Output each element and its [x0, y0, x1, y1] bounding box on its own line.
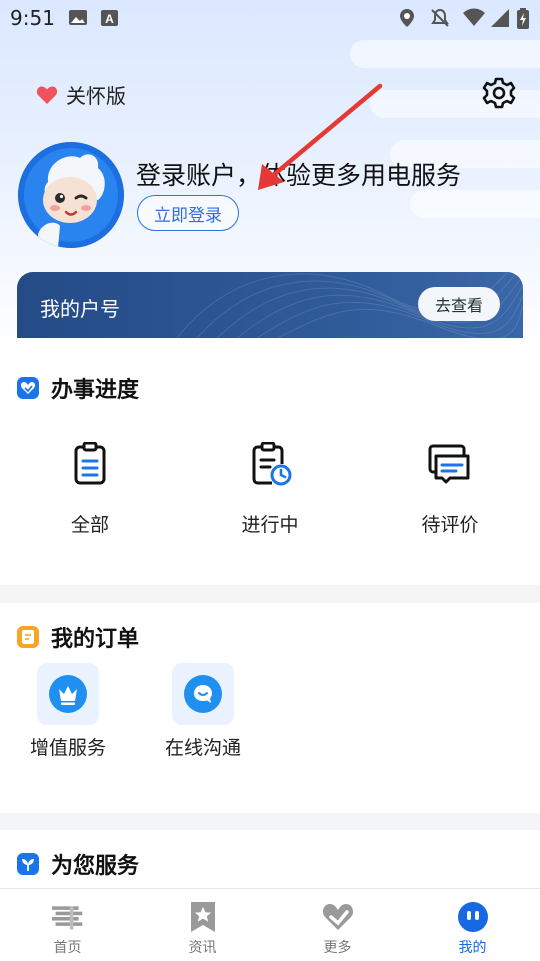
- orders-section: 我的订单 增值服务 在线沟通: [0, 603, 540, 813]
- face-icon: [457, 902, 488, 932]
- clipboard-list-icon: [74, 441, 106, 485]
- care-mode-toggle[interactable]: 关怀版: [36, 80, 126, 109]
- tab-mine-label: 我的: [458, 940, 487, 956]
- online-chat-label: 在线沟通: [164, 737, 241, 759]
- mascot-avatar-icon: [18, 142, 124, 248]
- crown-icon: [49, 675, 87, 713]
- bookmark-star-icon: [190, 902, 215, 932]
- gallery-icon: [69, 10, 87, 25]
- tab-more-label: 更多: [323, 940, 352, 956]
- tab-mine[interactable]: 我的: [405, 889, 540, 961]
- progress-to-review-label: 待评价: [421, 514, 479, 536]
- home-stack-icon: [51, 906, 82, 930]
- wifi-icon: [463, 8, 485, 26]
- progress-heart-icon: [17, 377, 39, 399]
- account-card[interactable]: 我的户号 去查看: [17, 272, 523, 338]
- progress-all[interactable]: 全部: [30, 441, 150, 537]
- value-added-tile: [37, 663, 99, 725]
- settings-gear-icon[interactable]: [482, 76, 516, 110]
- status-time: 9:51: [10, 6, 55, 30]
- care-mode-label: 关怀版: [66, 84, 126, 108]
- progress-in-progress-label: 进行中: [241, 514, 299, 536]
- orders-section-header: 我的订单: [17, 621, 139, 653]
- view-account-button[interactable]: 去查看: [418, 287, 500, 321]
- orders-title: 我的订单: [51, 627, 140, 652]
- tab-news[interactable]: 资讯: [135, 889, 270, 961]
- tab-more[interactable]: 更多: [270, 889, 405, 961]
- status-bar: 9:51 A: [0, 0, 540, 36]
- tab-home-label: 首页: [53, 940, 82, 956]
- progress-section: 办事进度 全部 进行中 待评价: [0, 338, 540, 585]
- login-button[interactable]: 立即登录: [137, 195, 239, 231]
- progress-to-review[interactable]: 待评价: [390, 442, 510, 537]
- progress-section-header: 办事进度: [17, 372, 139, 404]
- bottom-tab-bar: 首页 资讯 更多 我的: [0, 888, 540, 961]
- progress-in-progress[interactable]: 进行中: [210, 441, 330, 537]
- account-card-title: 我的户号: [40, 297, 120, 321]
- heart-logo-icon: [322, 904, 353, 930]
- order-value-added-service[interactable]: 增值服务: [18, 663, 118, 760]
- font-a-icon: A: [101, 10, 118, 26]
- services-section-header: 为您服务: [17, 848, 139, 880]
- online-chat-tile: [172, 663, 234, 725]
- tab-home[interactable]: 首页: [0, 889, 135, 961]
- clipboard-clock-icon: [252, 441, 292, 486]
- order-online-chat[interactable]: 在线沟通: [153, 663, 253, 760]
- svg-text:A: A: [105, 12, 114, 26]
- message-stack-icon: [428, 444, 470, 484]
- location-icon: [400, 9, 414, 27]
- avatar[interactable]: [18, 142, 124, 248]
- battery-icon: [517, 8, 529, 29]
- services-section: 为您服务: [0, 830, 540, 890]
- progress-all-label: 全部: [70, 514, 109, 536]
- value-added-label: 增值服务: [29, 737, 106, 759]
- signal-icon: [491, 9, 509, 27]
- annotation-arrow: [258, 83, 383, 190]
- tab-news-label: 资讯: [188, 940, 217, 956]
- services-plant-icon: [17, 853, 39, 875]
- heart-icon: [36, 85, 58, 104]
- notifications-off-icon: [431, 8, 449, 27]
- progress-title: 办事进度: [51, 378, 140, 403]
- orders-doc-icon: [17, 626, 39, 648]
- chat-bubble-icon: [184, 675, 222, 713]
- services-title: 为您服务: [51, 854, 140, 879]
